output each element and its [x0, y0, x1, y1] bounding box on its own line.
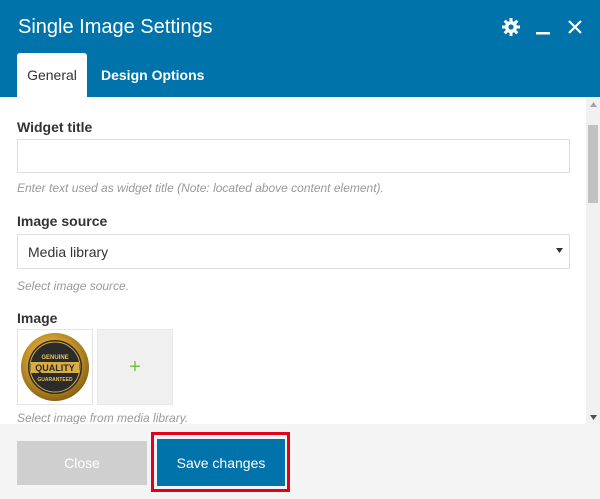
chevron-down-icon	[556, 248, 563, 253]
gear-icon[interactable]	[500, 16, 522, 38]
tab-general[interactable]: General	[17, 53, 87, 97]
badge-top-text: GENUINE	[41, 355, 68, 361]
widget-title-help: Enter text used as widget title (Note: l…	[17, 181, 384, 195]
dialog-footer: Close Save changes	[0, 424, 600, 499]
dialog-title: Single Image Settings	[18, 16, 213, 38]
minimize-icon[interactable]	[532, 16, 554, 38]
image-source-value: Media library	[28, 244, 109, 260]
badge-middle-text: QUALITY	[35, 363, 75, 373]
scroll-up-icon[interactable]	[586, 97, 600, 111]
image-source-label: Image source	[17, 213, 108, 229]
widget-title-label: Widget title	[17, 119, 93, 135]
close-button[interactable]: Close	[17, 441, 147, 485]
settings-panel: Widget title Enter text used as widget t…	[0, 97, 586, 424]
vertical-scrollbar[interactable]	[586, 97, 600, 424]
image-label: Image	[17, 310, 58, 326]
image-source-help: Select image source.	[17, 279, 130, 293]
tab-bar: General Design Options	[17, 53, 204, 97]
tab-design-options[interactable]: Design Options	[87, 53, 204, 97]
scrollbar-thumb[interactable]	[588, 125, 598, 203]
scroll-down-icon[interactable]	[586, 410, 600, 424]
selected-image-thumbnail[interactable]: GENUINE QUALITY GUARANTEED	[17, 329, 93, 405]
image-source-select[interactable]: Media library	[17, 234, 570, 269]
save-changes-button[interactable]: Save changes	[157, 439, 285, 486]
dialog-header: Single Image Settings General Design Opt…	[0, 0, 600, 97]
widget-title-input[interactable]	[17, 139, 570, 173]
quality-badge-image: GENUINE QUALITY GUARANTEED	[21, 333, 89, 401]
image-help: Select image from media library.	[17, 411, 189, 424]
header-controls	[500, 16, 586, 38]
close-icon[interactable]	[564, 16, 586, 38]
add-image-button[interactable]: +	[97, 329, 173, 405]
badge-bottom-text: GUARANTEED	[37, 377, 73, 383]
